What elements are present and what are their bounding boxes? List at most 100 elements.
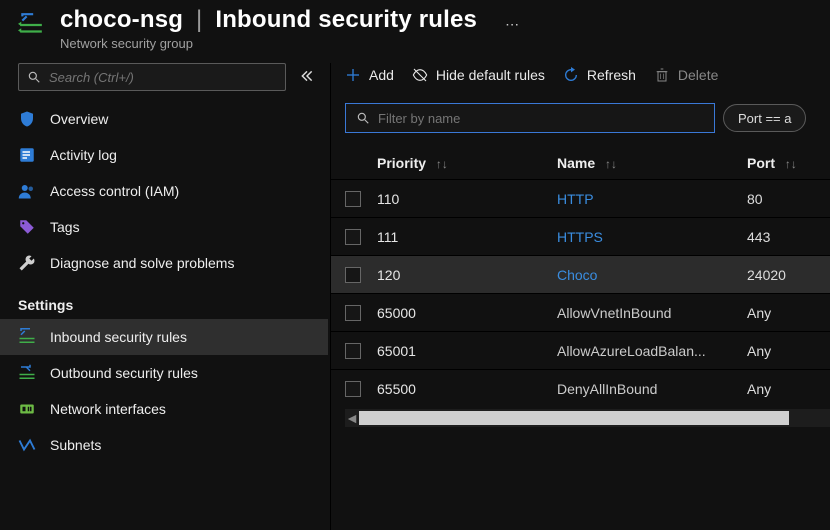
row-checkbox[interactable] — [345, 191, 361, 207]
refresh-button[interactable]: Refresh — [563, 67, 636, 83]
sort-icon: ↑↓ — [436, 157, 448, 171]
hide-label: Hide default rules — [436, 67, 545, 83]
row-checkbox[interactable] — [345, 305, 361, 321]
sidebar-search-input[interactable] — [49, 70, 277, 85]
sidebar-nav: Overview Activity log Access control (IA… — [0, 101, 328, 530]
table-row[interactable]: 65000AllowVnetInBoundAny — [331, 293, 830, 331]
sidebar-item-subnets[interactable]: Subnets — [0, 427, 328, 463]
row-checkbox[interactable] — [345, 229, 361, 245]
delete-button[interactable]: Delete — [654, 67, 718, 83]
rules-table: Priority ↑↓ Name ↑↓ Port ↑↓ 110HTTP80111… — [331, 141, 830, 530]
sidebar-item-diagnose[interactable]: Diagnose and solve problems — [0, 245, 328, 281]
sidebar-item-label: Inbound security rules — [50, 329, 310, 345]
table-row[interactable]: 65001AllowAzureLoadBalan...Any — [331, 331, 830, 369]
table-row[interactable]: 65500DenyAllInBoundAny — [331, 369, 830, 407]
outbound-icon — [18, 364, 36, 382]
wrench-icon — [18, 254, 36, 272]
search-icon — [356, 111, 370, 125]
sidebar-item-label: Overview — [50, 111, 310, 127]
page-header: choco-nsg | Inbound security rules Netwo… — [0, 0, 830, 63]
resource-name: choco-nsg — [60, 6, 183, 33]
sidebar-item-network-interfaces[interactable]: Network interfaces — [0, 391, 328, 427]
column-priority[interactable]: Priority ↑↓ — [377, 155, 557, 171]
sidebar-item-inbound-rules[interactable]: Inbound security rules — [0, 319, 328, 355]
sidebar-item-label: Network interfaces — [50, 401, 310, 417]
resource-type-label: Network security group — [60, 36, 477, 51]
sidebar-item-label: Subnets — [50, 437, 310, 453]
cell-priority: 110 — [377, 191, 557, 207]
port-filter-chip[interactable]: Port == a — [723, 104, 806, 132]
cell-port: Any — [747, 381, 827, 397]
nsg-resource-icon — [18, 12, 44, 38]
table-row[interactable]: 110HTTP80 — [331, 179, 830, 217]
scroll-left-arrow[interactable]: ◄ — [345, 409, 359, 427]
column-port[interactable]: Port ↑↓ — [747, 155, 827, 171]
horizontal-scrollbar[interactable]: ◄ — [345, 409, 830, 427]
cell-priority: 111 — [377, 229, 557, 245]
sidebar-item-label: Tags — [50, 219, 310, 235]
cell-name[interactable]: Choco — [557, 267, 747, 283]
rule-link[interactable]: HTTP — [557, 191, 594, 207]
sidebar-item-label: Outbound security rules — [50, 365, 310, 381]
sidebar-search[interactable] — [18, 63, 286, 91]
sidebar-item-overview[interactable]: Overview — [0, 101, 328, 137]
hide-default-rules-button[interactable]: Hide default rules — [412, 67, 545, 83]
shield-icon — [18, 110, 36, 128]
blade-name: Inbound security rules — [215, 6, 477, 33]
scroll-thumb[interactable] — [359, 411, 789, 425]
sidebar-item-label: Access control (IAM) — [50, 183, 310, 199]
sidebar-item-iam[interactable]: Access control (IAM) — [0, 173, 328, 209]
sidebar-item-outbound-rules[interactable]: Outbound security rules — [0, 355, 328, 391]
trash-icon — [654, 67, 670, 83]
more-actions-button[interactable]: ⋯ — [505, 6, 519, 33]
table-row[interactable]: 120Choco 24020 — [331, 255, 830, 293]
sort-icon: ↑↓ — [785, 157, 797, 171]
add-button[interactable]: Add — [345, 67, 394, 83]
toolbar: Add Hide default rules Refresh Delete — [331, 63, 830, 97]
search-icon — [27, 70, 41, 84]
rule-link[interactable]: Choco — [557, 267, 597, 283]
cell-port: Any — [747, 305, 827, 321]
sidebar-item-activity-log[interactable]: Activity log — [0, 137, 328, 173]
people-icon — [18, 182, 36, 200]
cell-name: AllowVnetInBound — [557, 305, 747, 321]
cell-priority: 65001 — [377, 343, 557, 359]
table-row[interactable]: 111HTTPS 443 — [331, 217, 830, 255]
content-pane: Add Hide default rules Refresh Delete Po… — [330, 63, 830, 530]
cell-priority: 65500 — [377, 381, 557, 397]
chevron-double-left-icon — [300, 69, 314, 83]
cell-name: AllowAzureLoadBalan... — [557, 343, 747, 359]
rule-link[interactable]: HTTPS — [557, 229, 603, 245]
sidebar-item-tags[interactable]: Tags — [0, 209, 328, 245]
port-filter-label: Port == a — [738, 111, 791, 126]
sidebar: Overview Activity log Access control (IA… — [0, 63, 330, 530]
sidebar-item-label: Activity log — [50, 147, 310, 163]
name-filter-input[interactable] — [378, 111, 704, 126]
cell-priority: 120 — [377, 267, 557, 283]
row-checkbox[interactable] — [345, 267, 361, 283]
cell-port: 443 — [747, 229, 827, 245]
cell-port: Any — [747, 343, 827, 359]
cell-name[interactable]: HTTP — [557, 191, 747, 207]
nic-icon — [18, 400, 36, 418]
collapse-sidebar-button[interactable] — [300, 69, 314, 86]
sidebar-section-settings: Settings — [0, 281, 328, 319]
subnet-icon — [18, 436, 36, 454]
row-checkbox[interactable] — [345, 381, 361, 397]
sort-icon: ↑↓ — [605, 157, 617, 171]
log-icon — [18, 146, 36, 164]
tag-icon — [18, 218, 36, 236]
row-checkbox[interactable] — [345, 343, 361, 359]
column-name[interactable]: Name ↑↓ — [557, 155, 747, 171]
plus-icon — [345, 67, 361, 83]
page-title: choco-nsg | Inbound security rules — [60, 6, 477, 34]
table-header: Priority ↑↓ Name ↑↓ Port ↑↓ — [331, 141, 830, 179]
cell-priority: 65000 — [377, 305, 557, 321]
cell-name: DenyAllInBound — [557, 381, 747, 397]
cell-port: 24020 — [747, 267, 827, 283]
name-filter[interactable] — [345, 103, 715, 133]
cell-name[interactable]: HTTPS — [557, 229, 747, 245]
title-separator: | — [190, 6, 208, 33]
add-label: Add — [369, 67, 394, 83]
refresh-label: Refresh — [587, 67, 636, 83]
